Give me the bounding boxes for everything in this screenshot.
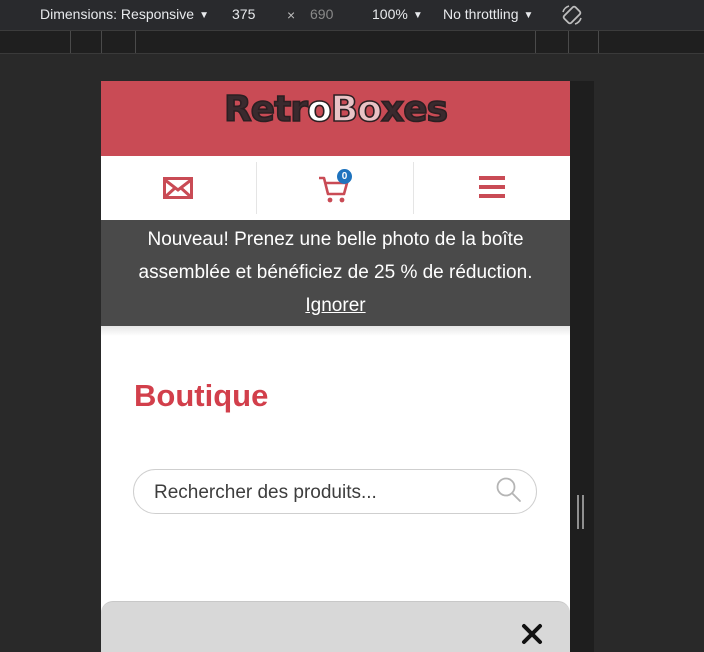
rotate-icon[interactable]	[560, 3, 584, 27]
hamburger-menu-icon	[479, 176, 505, 198]
dimensions-label: Dimensions: Responsive	[40, 6, 195, 22]
breakpoint-marker[interactable]	[568, 31, 569, 53]
page-title: Boutique	[134, 378, 269, 413]
chevron-down-icon: ▼	[412, 10, 423, 21]
cart-button[interactable]	[257, 156, 413, 220]
site-logo[interactable]: RetroBoxes	[101, 88, 570, 131]
width-input[interactable]: 375	[232, 6, 255, 22]
menu-button[interactable]	[413, 156, 569, 220]
mail-icon	[163, 177, 193, 199]
logo-text-retr: Retr	[223, 88, 309, 131]
logo-text-bo: Bo	[330, 88, 383, 131]
zoom-label: 100%	[372, 6, 408, 22]
chevron-down-icon: ▼	[199, 10, 209, 21]
bottom-popup-panel	[101, 601, 570, 652]
notice-shadow	[101, 326, 570, 336]
device-viewport: RetroBoxes 0 Nouveau! Prenez une belle p…	[101, 81, 570, 652]
contact-button[interactable]	[101, 156, 257, 220]
height-input[interactable]: 690	[310, 6, 333, 22]
throttling-dropdown[interactable]: No throttling ▼	[443, 6, 533, 22]
breakpoint-marker[interactable]	[70, 31, 71, 53]
icon-nav-bar	[101, 156, 570, 220]
dismiss-link[interactable]: Ignorer	[305, 295, 365, 316]
breakpoint-marker[interactable]	[598, 31, 599, 53]
logo-text-o: o	[306, 88, 332, 131]
media-query-bar	[0, 31, 704, 54]
search-input[interactable]	[152, 479, 476, 507]
viewport-scrollbar-gutter	[570, 81, 594, 652]
zoom-dropdown[interactable]: 100% ▼	[372, 6, 423, 22]
site-header: RetroBoxes	[101, 81, 570, 156]
dimension-separator: ×	[287, 7, 296, 23]
dimensions-dropdown[interactable]: Dimensions: Responsive ▼	[40, 6, 209, 22]
logo-text-xes: xes	[380, 88, 449, 131]
viewport-resize-handle[interactable]	[577, 495, 584, 529]
breakpoint-marker[interactable]	[101, 31, 102, 53]
close-icon[interactable]	[520, 622, 544, 646]
product-search	[133, 469, 537, 514]
search-icon[interactable]	[495, 476, 523, 504]
chevron-down-icon: ▼	[523, 10, 534, 21]
breakpoint-marker[interactable]	[135, 31, 136, 53]
devtools-device-toolbar: Dimensions: Responsive ▼ 375 × 690 100% ▼ …	[0, 0, 704, 31]
cart-count-badge: 0	[337, 169, 352, 184]
store-notice: Nouveau! Prenez une belle photo de la bo…	[101, 220, 570, 326]
store-notice-message: Nouveau! Prenez une belle photo de la bo…	[138, 229, 533, 283]
throttling-label: No throttling	[443, 6, 519, 22]
breakpoint-marker[interactable]	[535, 31, 536, 53]
